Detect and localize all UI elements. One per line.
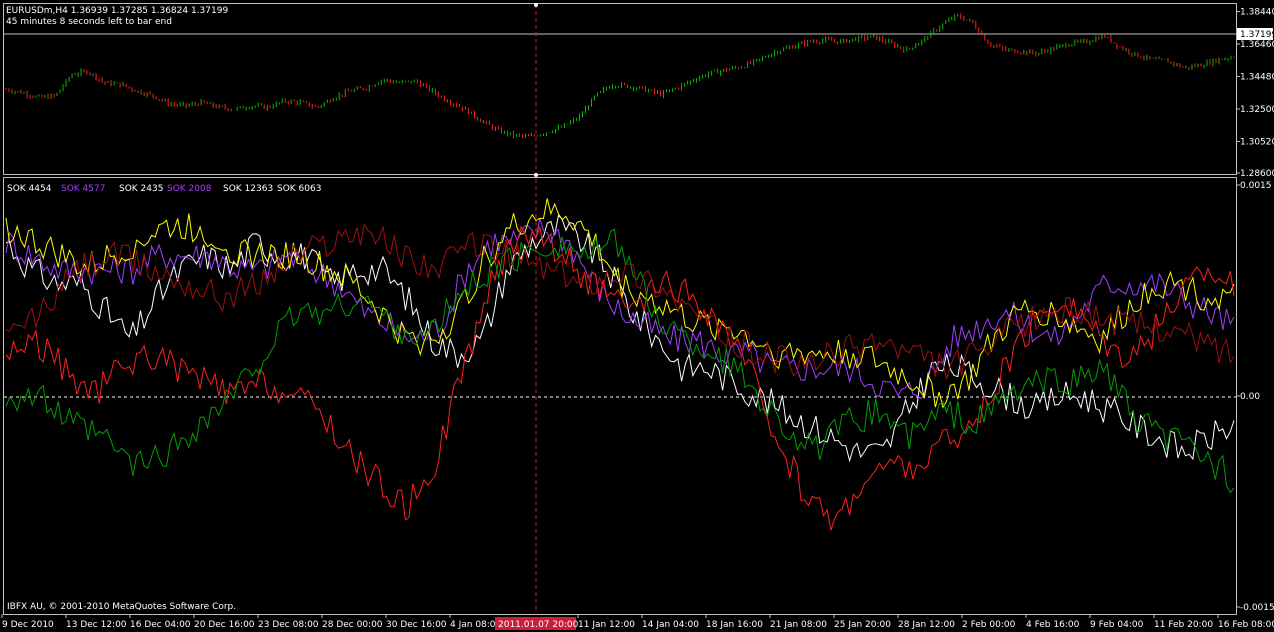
time-tick-label: 25 Jan 20:00 <box>834 620 891 630</box>
time-tick-label: 28 Dec 00:00 <box>322 620 383 630</box>
indicator-line-sok-2008 <box>5 225 1235 531</box>
symbol-info: EURUSDm,H4 1.36939 1.37285 1.36824 1.371… <box>6 6 228 16</box>
time-tick-label: 28 Jan 12:00 <box>898 620 955 630</box>
price-bars-layer <box>5 13 1235 139</box>
crosshair-time-label: 2011.01.07 20:00 <box>498 620 579 630</box>
time-tick-label: 4 Jan 08:00 <box>450 620 502 630</box>
time-tick-label: 13 Dec 12:00 <box>66 620 127 630</box>
time-tick-label: 9 Feb 04:00 <box>1090 620 1144 630</box>
time-tick-label: 23 Dec 08:00 <box>258 620 319 630</box>
time-axis: 9 Dec 2010 13 Dec 12:00 16 Dec 04:00 20 Dec… <box>1 614 1274 630</box>
time-tick-label: 16 Dec 04:00 <box>130 620 191 630</box>
time-tick-label: 21 Jan 08:00 <box>770 620 827 630</box>
price-tick-label: 1.36460 <box>1240 40 1274 50</box>
indicator-tick-label: -0.0015 <box>1240 603 1274 613</box>
price-tick-label: 1.34480 <box>1240 73 1274 83</box>
price-tick-label: 1.30520 <box>1240 138 1274 148</box>
indicator-legend: SOK 4454 SOK 4577 SOK 2435 SOK 2008 SOK 1236… <box>7 184 321 194</box>
time-tick-label: 4 Feb 16:00 <box>1026 620 1080 630</box>
indicator-panel-frame <box>3 177 1237 615</box>
price-tick-label: 1.32500 <box>1240 105 1274 115</box>
legend-entry: SOK 6063 <box>277 184 321 194</box>
indicator-line-sok-2435 <box>5 198 1235 409</box>
indicator-lines-layer <box>5 198 1235 531</box>
crosshair-top-marker[interactable] <box>534 3 538 7</box>
indicator-line-sok-6063 <box>5 222 1235 380</box>
time-tick-label: 11 Feb 20:00 <box>1154 620 1213 630</box>
price-tick-label: 1.28600 <box>1240 169 1274 179</box>
legend-entry: SOK 2435 <box>119 184 163 194</box>
legend-entry: SOK 12363 <box>223 184 273 194</box>
countdown-text: 45 minutes 8 seconds left to bar end <box>6 17 172 27</box>
time-tick-label: 30 Dec 16:00 <box>386 620 447 630</box>
price-tick-label: 1.38440 <box>1240 8 1274 18</box>
time-tick-label: 20 Dec 16:00 <box>194 620 255 630</box>
time-tick-label: 16 Feb 08:00 <box>1218 620 1274 630</box>
time-tick-label: 2 Feb 00:00 <box>962 620 1016 630</box>
trading-chart[interactable]: EURUSDm,H4 1.36939 1.37285 1.36824 1.371… <box>0 0 1274 632</box>
time-tick-label: 9 Dec 2010 <box>2 620 54 630</box>
crosshair-mid-marker[interactable] <box>534 173 538 177</box>
time-tick-label: 14 Jan 04:00 <box>642 620 699 630</box>
current-price-label: 1.37199 <box>1240 30 1274 40</box>
time-tick-label: 18 Jan 16:00 <box>706 620 763 630</box>
legend-entry: SOK 2008 <box>167 184 212 194</box>
copyright-text: IBFX AU, © 2001-2010 MetaQuotes Software… <box>7 602 236 612</box>
indicator-tick-label: 0.0015 <box>1240 181 1272 191</box>
legend-entry: SOK 4577 <box>61 184 105 194</box>
indicator-axis: 0.0015 0.00 -0.0015 <box>1236 181 1274 613</box>
indicator-tick-label: 0.00 <box>1240 392 1260 402</box>
legend-entry: SOK 4454 <box>7 184 52 194</box>
price-panel-frame <box>3 3 1237 175</box>
time-tick-label: 11 Jan 12:00 <box>578 620 635 630</box>
indicator-line-sok-12363 <box>5 228 1235 494</box>
